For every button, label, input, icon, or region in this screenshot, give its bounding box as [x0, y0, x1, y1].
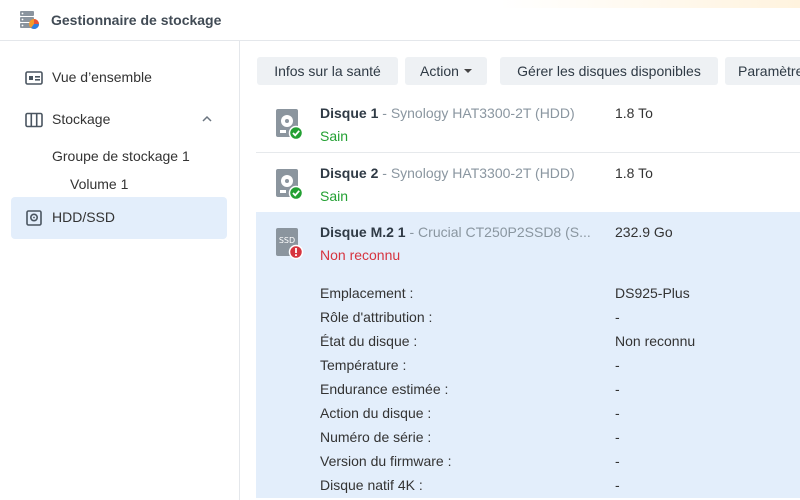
app-title: Gestionnaire de stockage: [51, 12, 222, 28]
caret-down-icon: [463, 69, 472, 74]
detail-value-firmware: -: [615, 453, 620, 469]
health-info-button[interactable]: Infos sur la santé: [257, 57, 398, 85]
detail-value-role: -: [615, 309, 620, 325]
chevron-up-icon[interactable]: [201, 114, 213, 124]
detail-value-location: DS925-Plus: [615, 285, 690, 301]
sidebar-item-hdd-ssd[interactable]: HDD/SSD: [11, 197, 227, 239]
action-button-label: Action: [420, 63, 459, 79]
detail-label-native-4k: Disque natif 4K :: [320, 477, 423, 493]
disk-title: Disque 2 - Synology HAT3300-2T (HDD): [320, 165, 575, 181]
detail-label-disk-state: État du disque :: [320, 333, 418, 349]
detail-value-disk-state: Non reconnu: [615, 333, 696, 349]
disk-model: Synology HAT3300-2T (HDD): [390, 165, 575, 181]
disk-size: 1.8 To: [615, 105, 653, 121]
disk-status: Non reconnu: [320, 247, 401, 263]
storage-icon: [25, 112, 43, 128]
detail-label-disk-action: Action du disque :: [320, 405, 432, 421]
disk-name: Disque 2: [320, 165, 379, 181]
storage-manager-icon: [20, 11, 39, 30]
disk-title: Disque M.2 1 - Crucial CT250P2SSD8 (S...: [320, 224, 591, 240]
title-bar-accent: [500, 0, 800, 8]
disk-row[interactable]: Disque 1 - Synology HAT3300-2T (HDD) 1.8…: [256, 93, 800, 153]
disk-status: Sain: [320, 128, 349, 144]
sidebar-item-label: HDD/SSD: [52, 209, 116, 225]
main-panel: Infos sur la santé Action Gérer les disq…: [241, 41, 800, 500]
ssd-icon-label: SSD: [279, 236, 295, 245]
sidebar-subitem-storage-pool[interactable]: Groupe de stockage 1: [52, 148, 190, 164]
sidebar-item-label: Vue d’ensemble: [52, 69, 152, 85]
detail-value-temperature: -: [615, 357, 620, 373]
disk-size: 232.9 Go: [615, 224, 673, 240]
detail-value-native-4k: -: [615, 477, 620, 493]
detail-value-endurance: -: [615, 381, 620, 397]
disk-model: Crucial CT250P2SSD8 (S...: [418, 224, 591, 240]
sidebar: Vue d’ensemble Stockage Groupe de stocka…: [0, 41, 240, 500]
disk-separator: -: [405, 224, 419, 240]
sidebar-subitem-volume[interactable]: Volume 1: [70, 176, 128, 192]
disk-status: Sain: [320, 188, 349, 204]
ssd-error-icon: SSD: [276, 228, 304, 260]
detail-label-role: Rôle d'attribution :: [320, 309, 433, 325]
action-button[interactable]: Action: [405, 57, 487, 85]
disk-name: Disque 1: [320, 105, 379, 121]
disk-row-selected[interactable]: SSD Disque M.2 1 - Crucial CT250P2SSD8 (…: [256, 212, 800, 498]
overview-icon: [25, 71, 43, 85]
detail-label-endurance: Endurance estimée :: [320, 381, 449, 397]
detail-label-temperature: Température :: [320, 357, 407, 373]
toolbar: Infos sur la santé Action Gérer les disq…: [241, 41, 800, 93]
detail-label-firmware: Version du firmware :: [320, 453, 452, 469]
settings-button[interactable]: Paramètre: [725, 57, 800, 85]
title-bar: Gestionnaire de stockage: [0, 0, 800, 41]
detail-label-location: Emplacement :: [320, 285, 414, 301]
manage-disks-button[interactable]: Gérer les disques disponibles: [500, 57, 718, 85]
disk-name: Disque M.2 1: [320, 224, 406, 240]
hdd-icon: [26, 210, 42, 226]
disk-separator: -: [378, 165, 391, 181]
sidebar-item-overview[interactable]: Vue d’ensemble: [11, 57, 227, 99]
sidebar-item-label: Stockage: [52, 111, 111, 127]
disk-separator: -: [378, 105, 391, 121]
detail-label-serial: Numéro de série :: [320, 429, 432, 445]
hdd-healthy-icon: [276, 109, 304, 141]
disk-row[interactable]: Disque 2 - Synology HAT3300-2T (HDD) 1.8…: [256, 153, 800, 213]
disk-list: Disque 1 - Synology HAT3300-2T (HDD) 1.8…: [256, 93, 800, 500]
detail-value-disk-action: -: [615, 405, 620, 421]
disk-model: Synology HAT3300-2T (HDD): [390, 105, 575, 121]
hdd-healthy-icon: [276, 169, 304, 201]
sidebar-item-storage[interactable]: Stockage: [11, 99, 227, 141]
disk-title: Disque 1 - Synology HAT3300-2T (HDD): [320, 105, 575, 121]
detail-value-serial: -: [615, 429, 620, 445]
disk-size: 1.8 To: [615, 165, 653, 181]
